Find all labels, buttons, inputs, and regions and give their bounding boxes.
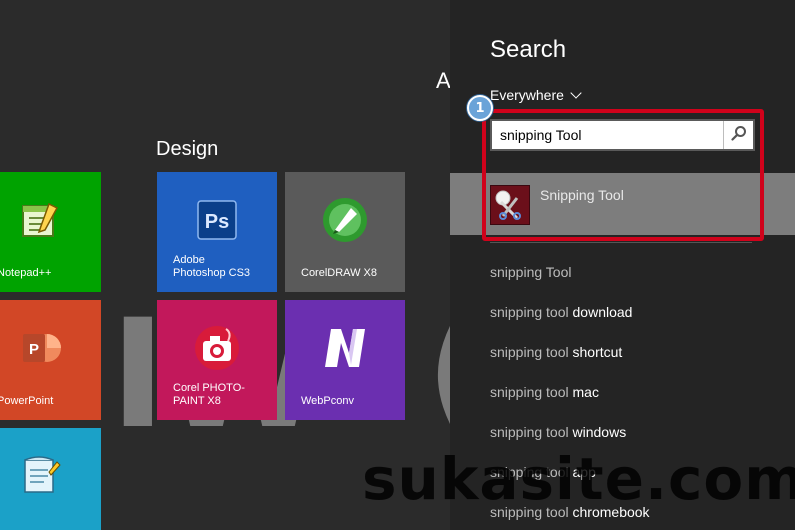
search-scope-label: Everywhere [490,87,564,103]
suggestion-prefix: snipping Tool [490,264,572,280]
group-label-next: A [436,68,451,93]
annotation-highlight-box [482,109,764,241]
site-watermark: sukasite.com [362,445,795,513]
tile-photoshop[interactable]: Ps Adobe Photoshop CS3 [157,172,277,292]
tile-powerpoint[interactable]: P PowerPoint [0,300,101,420]
powerpoint-icon: P [19,328,63,372]
divider [490,242,752,243]
suggestion-suffix: windows [568,424,627,440]
suggestion-prefix: snipping tool [490,424,569,440]
suggestion-prefix: snipping tool [490,384,569,400]
tile-webpconv[interactable]: WebPconv [285,300,405,420]
svg-text:Ps: Ps [205,211,229,233]
suggestion-suffix: mac [568,384,599,400]
step-number-badge: 1 [467,95,493,121]
photoshop-icon: Ps [196,199,238,245]
svg-text:P: P [29,341,39,358]
suggestion-item[interactable]: snipping tool download [490,304,650,344]
tile-label: PowerPoint [0,395,54,407]
suggestion-item[interactable]: snipping tool shortcut [490,344,650,384]
tile-label: Corel PHOTO- PAINT X8 [173,382,245,407]
suggestion-suffix: download [568,304,633,320]
notepad-icon [19,452,63,500]
suggestion-suffix: shortcut [568,344,623,360]
suggestion-item[interactable]: snipping tool mac [490,384,650,424]
notepad-plus-icon [19,198,63,246]
tile-notepad[interactable] [0,428,101,530]
search-title: Search [490,36,567,63]
coreldraw-icon [321,196,369,248]
webpconv-icon [321,325,369,375]
tile-coreldraw[interactable]: CorelDRAW X8 [285,172,405,292]
tile-label: CorelDRAW X8 [301,267,377,279]
suggestion-prefix: snipping tool [490,344,569,360]
chevron-down-icon [570,87,582,99]
group-label-design: Design [156,138,219,160]
tile-photo-paint[interactable]: Corel PHOTO- PAINT X8 [157,300,277,420]
photo-paint-icon [192,323,242,377]
suggestion-item[interactable]: snipping Tool [490,264,650,304]
search-scope-dropdown[interactable]: Everywhere [490,87,582,103]
tile-label: Adobe Photoshop CS3 [173,254,251,279]
suggestion-prefix: snipping tool [490,304,569,320]
tile-label: Notepad++ [0,267,52,279]
tile-notepad-plus[interactable]: Notepad++ [0,172,101,292]
tile-label: WebPconv [301,395,354,407]
